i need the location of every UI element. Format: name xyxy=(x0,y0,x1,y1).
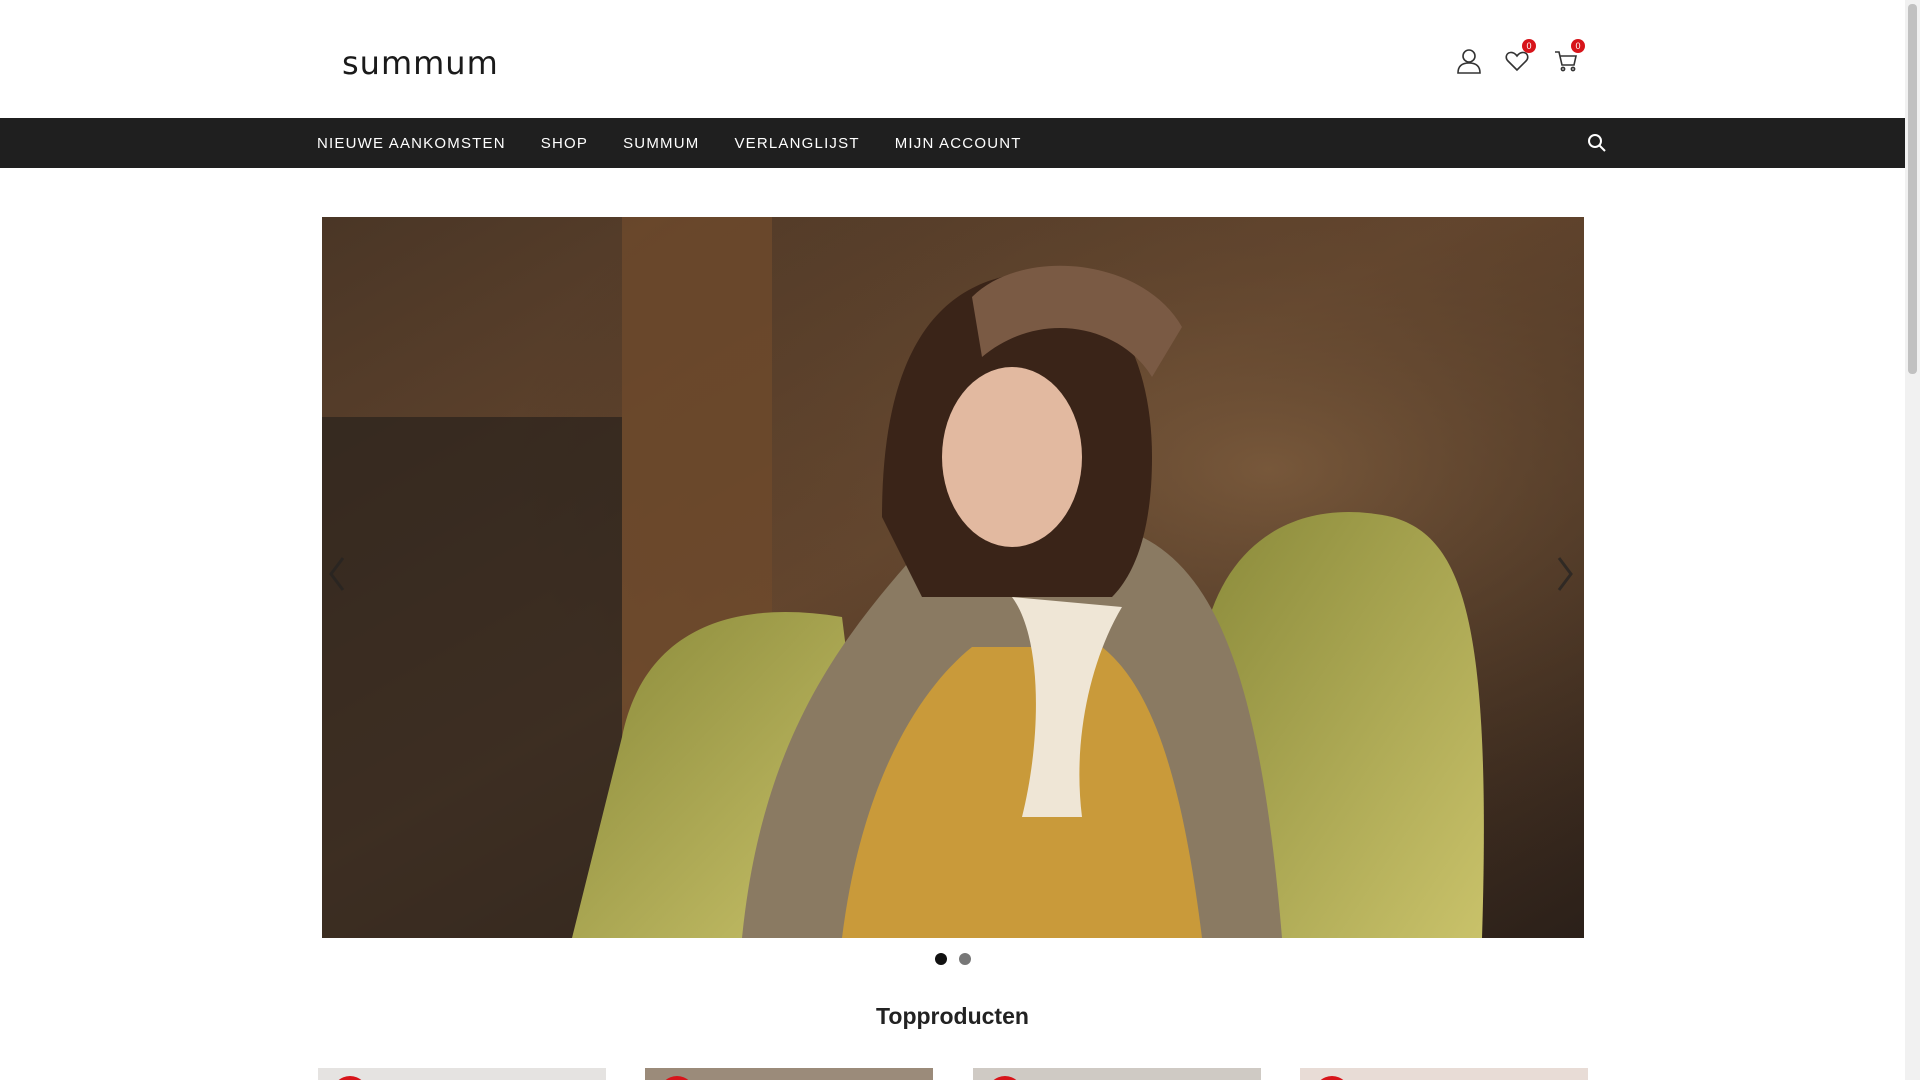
chevron-right-icon[interactable] xyxy=(1550,552,1580,596)
nav-item-my-account[interactable]: MIJN ACCOUNT xyxy=(895,135,1022,152)
user-icon[interactable] xyxy=(1454,46,1484,76)
cart-count-badge: 0 xyxy=(1571,39,1585,53)
nav-menu: NIEUWE AANKOMSTEN SHOP SUMMUM VERLANGLIJ… xyxy=(317,118,1057,168)
sale-badge xyxy=(659,1076,695,1080)
chevron-left-icon[interactable] xyxy=(322,552,352,596)
product-card[interactable] xyxy=(1300,1068,1588,1080)
slider-dot-2[interactable] xyxy=(959,953,971,965)
heart-icon[interactable]: 0 xyxy=(1502,39,1536,76)
product-card[interactable] xyxy=(645,1068,933,1080)
wishlist-count-badge: 0 xyxy=(1522,39,1536,53)
hero-slider[interactable] xyxy=(322,217,1584,938)
sale-badge xyxy=(332,1076,368,1080)
nav-item-shop[interactable]: SHOP xyxy=(541,135,588,152)
slider-dot-1[interactable] xyxy=(935,953,947,965)
section-title-top-products: Topproducten xyxy=(876,1003,1029,1029)
product-card[interactable] xyxy=(318,1068,606,1080)
product-card-row xyxy=(318,1068,1588,1080)
site-header: summum 0 0 xyxy=(0,0,1905,118)
nav-item-wishlist[interactable]: VERLANGLIJST xyxy=(734,135,859,152)
nav-item-new-arrivals[interactable]: NIEUWE AANKOMSTEN xyxy=(317,135,506,152)
site-logo[interactable]: summum xyxy=(342,44,499,82)
slider-pagination xyxy=(935,953,971,965)
page-scrollbar[interactable] xyxy=(1905,0,1920,1080)
hero-image xyxy=(322,217,1584,938)
product-card[interactable] xyxy=(973,1068,1261,1080)
sale-badge xyxy=(1314,1076,1350,1080)
cart-icon[interactable]: 0 xyxy=(1551,39,1585,76)
nav-item-summum[interactable]: SUMMUM xyxy=(623,135,699,152)
search-icon[interactable] xyxy=(1584,130,1610,156)
main-navigation: NIEUWE AANKOMSTEN SHOP SUMMUM VERLANGLIJ… xyxy=(0,118,1905,168)
scrollbar-thumb[interactable] xyxy=(1908,4,1917,374)
sale-badge xyxy=(987,1076,1023,1080)
